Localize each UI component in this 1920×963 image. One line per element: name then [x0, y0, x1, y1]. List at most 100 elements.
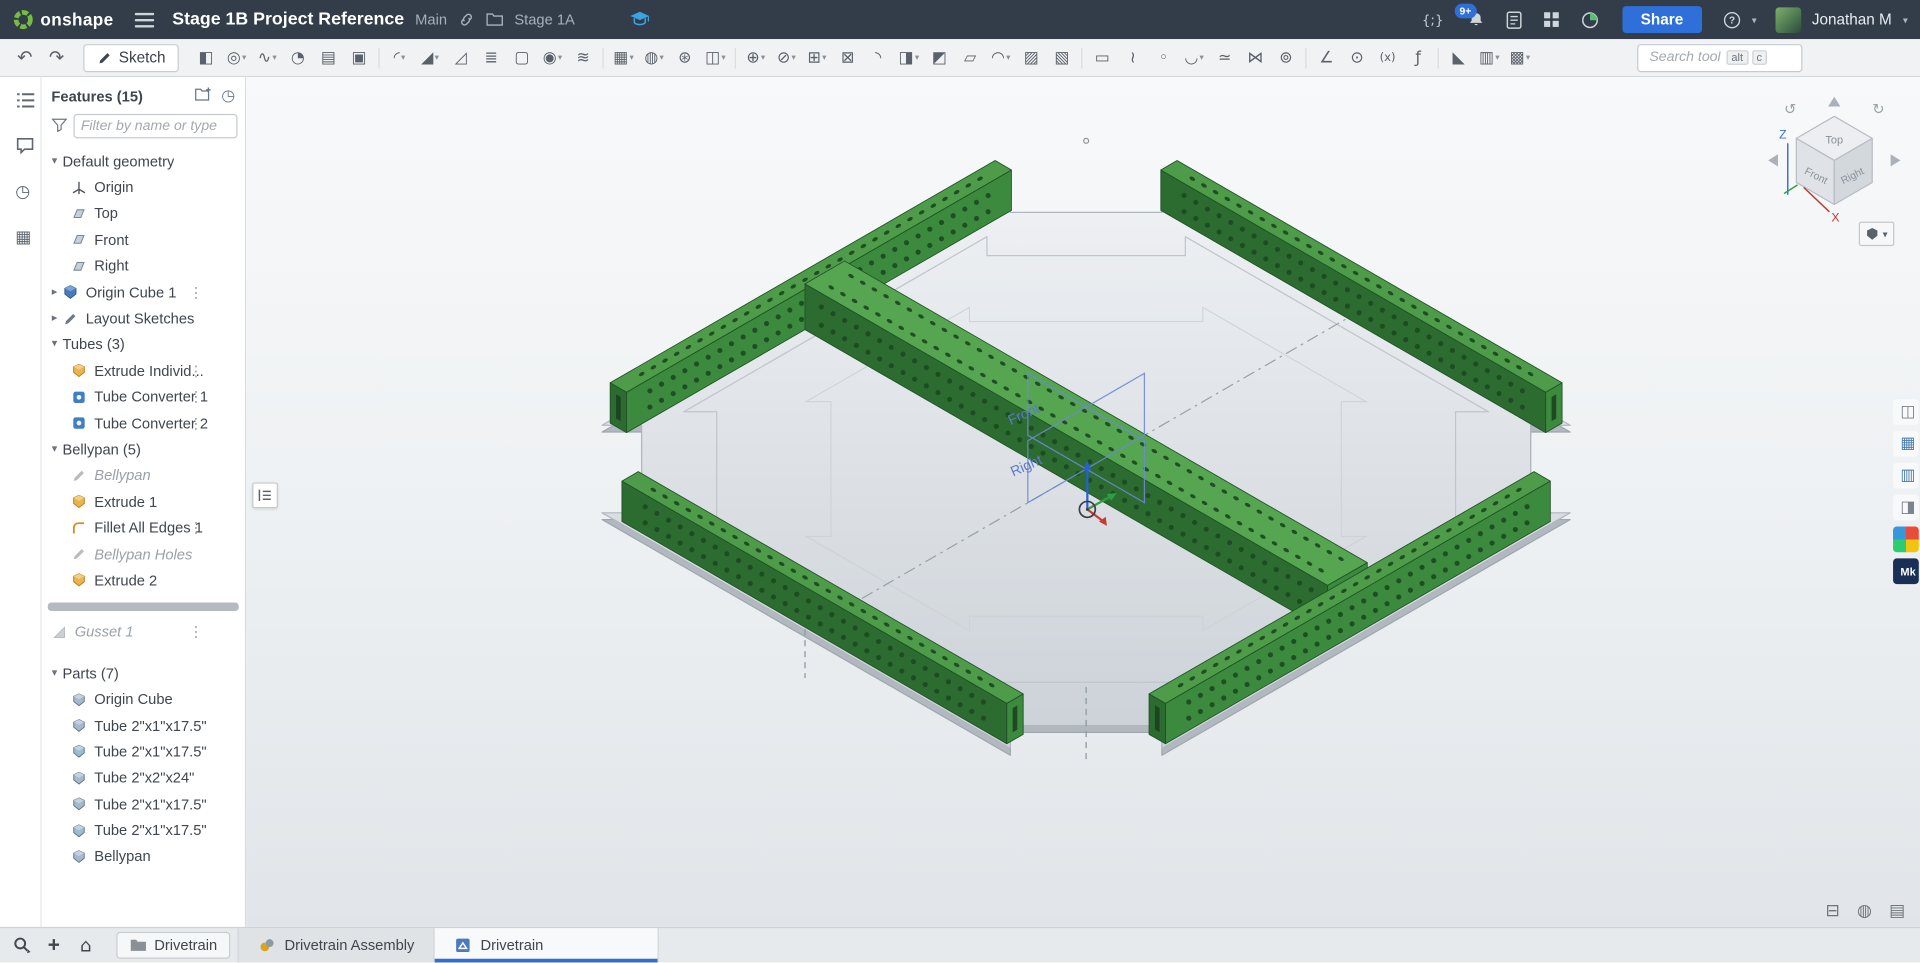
tool-intersection-curve-icon[interactable]: ⋈ [1241, 43, 1270, 72]
feature-history-icon[interactable]: ◷ [221, 87, 235, 105]
learning-progress-icon[interactable] [1581, 10, 1599, 28]
tool-helix-icon[interactable]: ≀ [1118, 43, 1147, 72]
feature-menu-icon[interactable]: ⋮ [189, 362, 204, 379]
feature-menu-icon[interactable]: ⋮ [189, 284, 204, 301]
tree-item-row[interactable]: Origin Cube [42, 686, 245, 712]
tree-item-row[interactable]: Extrude Individ...⋮ [42, 358, 245, 384]
tree-item-row[interactable]: Tube Converter 2⋮ [42, 410, 245, 436]
featurescript-notices-icon[interactable]: {;} [1422, 12, 1444, 28]
learning-center-icon[interactable] [630, 11, 651, 28]
view-mode-button[interactable]: ▾ [1859, 222, 1895, 246]
version-link-icon[interactable] [458, 11, 475, 28]
3d-model-canvas[interactable] [246, 77, 1920, 927]
tool-caret-icon[interactable]: ▾ [761, 53, 765, 63]
tool-caret-icon[interactable]: ▾ [1200, 53, 1204, 63]
filter-icon[interactable] [51, 117, 67, 135]
app-table-icon[interactable]: ▦ [1893, 431, 1919, 457]
tool-caret-icon[interactable]: ▾ [242, 53, 246, 63]
feature-list-toggle-icon[interactable] [8, 89, 32, 113]
tree-item-row[interactable]: Fillet All Edges 1⋮ [42, 515, 245, 541]
tree-item-row[interactable]: Extrude 2 [42, 567, 245, 593]
document-title[interactable]: Stage 1B Project Reference [172, 10, 404, 30]
chevron-right-icon[interactable]: ▸ [47, 312, 63, 324]
notifications-icon[interactable]: 9+ [1467, 10, 1485, 28]
tool-caret-icon[interactable]: ▾ [558, 53, 562, 63]
help-menu-caret-icon[interactable]: ▾ [1752, 14, 1757, 25]
tool-draft-icon[interactable]: ◿ [446, 43, 475, 72]
tool-thicken-icon[interactable]: ▤ [314, 43, 343, 72]
chevron-down-icon[interactable]: ▾ [47, 155, 63, 167]
tool-sheet-metal-icon[interactable]: ◣ [1444, 43, 1473, 72]
tool-ruled-surface-icon[interactable]: ▧ [1047, 43, 1076, 72]
tree-item-row[interactable]: Tube 2"x1"x17.5" [42, 791, 245, 817]
tree-item-row[interactable]: Tube 2"x1"x17.5" [42, 817, 245, 843]
tool-linear-pattern-icon[interactable]: ▦▾ [609, 43, 638, 72]
parent-folder-link[interactable]: Stage 1A [514, 11, 574, 28]
tool-hole-icon[interactable]: ◉▾ [538, 43, 567, 72]
new-folder-icon[interactable] [194, 87, 211, 105]
tool-fillet-icon[interactable]: ◜▾ [385, 43, 414, 72]
tool-composite-curve-icon[interactable]: ≃ [1210, 43, 1239, 72]
tool-plane-icon[interactable]: ▭ [1088, 43, 1117, 72]
tool-point-icon[interactable]: ◦ [1149, 43, 1178, 72]
tree-item-row[interactable]: Right [42, 253, 245, 279]
tool-fill-icon[interactable]: ▨ [1017, 43, 1046, 72]
tool-curve-pattern-icon[interactable]: ⊛ [670, 43, 699, 72]
feature-list-flyout-button[interactable] [252, 482, 278, 508]
tree-group-row[interactable]: ▾Parts (7) [42, 660, 245, 686]
undo-button[interactable]: ↶ [10, 43, 39, 72]
tree-item-row[interactable]: Bellypan [42, 462, 245, 488]
tool-circular-pattern-icon[interactable]: ◍▾ [639, 43, 668, 72]
chevron-down-icon[interactable]: ▾ [47, 667, 63, 679]
tool-mass-properties-icon[interactable]: ⊙ [1342, 43, 1371, 72]
tree-group-row[interactable]: ▾Tubes (3) [42, 332, 245, 358]
tool-caret-icon[interactable]: ▾ [435, 53, 439, 63]
onshape-logo[interactable]: onshape [12, 9, 113, 31]
tool-rib-icon[interactable]: ≣ [477, 43, 506, 72]
tree-item-row[interactable]: Tube Converter 1⋮ [42, 384, 245, 410]
panels-icon[interactable]: ▦ [8, 225, 32, 249]
tool-delete-part-icon[interactable]: ⊠ [833, 43, 862, 72]
feature-menu-icon[interactable]: ⋮ [189, 388, 204, 405]
sketch-button[interactable]: Sketch [83, 43, 179, 71]
tool-caret-icon[interactable]: ▾ [721, 53, 725, 63]
tree-item-row[interactable]: Bellypan Holes [42, 541, 245, 567]
feature-menu-icon[interactable]: ⋮ [189, 519, 204, 536]
chevron-down-icon[interactable]: ▾ [47, 338, 63, 350]
tool-caret-icon[interactable]: ▾ [1495, 53, 1499, 63]
feature-menu-icon[interactable]: ⋮ [189, 415, 204, 432]
tool-caret-icon[interactable]: ▾ [915, 53, 919, 63]
tool-variable-icon[interactable]: (x) [1373, 43, 1402, 72]
tool-loft-icon[interactable]: ◔ [283, 43, 312, 72]
tree-item-row[interactable]: Origin [42, 174, 245, 200]
app-store-icon[interactable] [1543, 11, 1560, 28]
render-mode-icon[interactable]: ◍ [1857, 901, 1872, 921]
tool-thread-icon[interactable]: ≋ [568, 43, 597, 72]
screenshot-icon[interactable]: ⊟ [1825, 901, 1839, 921]
tool-offset-surface-icon[interactable]: ▱ [955, 43, 984, 72]
tree-item-row[interactable]: Top [42, 201, 245, 227]
search-tools-box[interactable]: alt c [1637, 43, 1802, 71]
tree-group-row[interactable]: ▾Bellypan (5) [42, 436, 245, 462]
mkcad-app-icon[interactable]: Mk [1893, 558, 1919, 584]
display-panel-icon[interactable]: ◫ [1893, 399, 1919, 425]
share-button[interactable]: Share [1622, 6, 1701, 33]
tree-item-row[interactable]: Bellypan [42, 843, 245, 869]
search-tools-input[interactable] [1647, 49, 1723, 66]
tool-variable-studio-icon[interactable]: ƒ [1404, 43, 1433, 72]
app-store-dock-icon[interactable] [1893, 527, 1919, 553]
avatar[interactable] [1775, 7, 1801, 33]
tool-enclose-icon[interactable]: ▣ [344, 43, 373, 72]
rollback-bar[interactable] [48, 602, 239, 611]
workspace-name[interactable]: Main [415, 11, 447, 28]
tool-caret-icon[interactable]: ▾ [630, 53, 634, 63]
tool-boundary-surface-icon[interactable]: ◠▾ [986, 43, 1015, 72]
tool-boolean-icon[interactable]: ⊕▾ [741, 43, 770, 72]
tool-chamfer-icon[interactable]: ◢▾ [415, 43, 444, 72]
versions-history-icon[interactable]: ◷ [8, 180, 32, 204]
tool-caret-icon[interactable]: ▾ [822, 53, 826, 63]
tree-item-row[interactable]: Tube 2"x1"x17.5" [42, 739, 245, 765]
tool-caret-icon[interactable]: ▾ [660, 53, 664, 63]
tool-custom-features-icon[interactable]: ▩▾ [1505, 43, 1534, 72]
tool-revolve-icon[interactable]: ◎▾ [222, 43, 251, 72]
